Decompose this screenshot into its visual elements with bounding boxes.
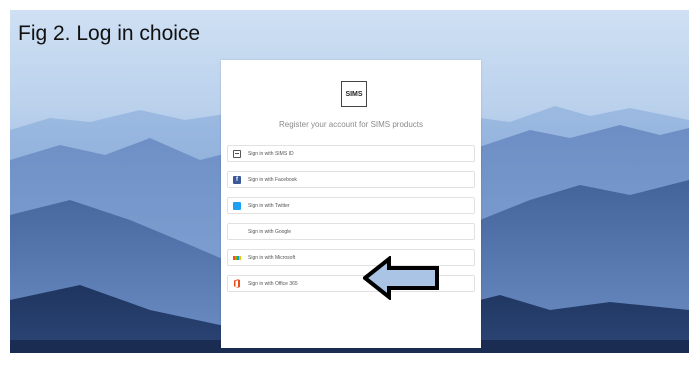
- option-label: Sign in with Google: [248, 228, 292, 235]
- twitter-icon: [233, 201, 241, 210]
- sims-id-icon: [233, 149, 241, 158]
- figure-caption: Fig 2. Log in choice: [18, 22, 201, 45]
- option-label: Sign in with Office 365: [248, 280, 298, 287]
- sims-logo: SIMS: [341, 81, 367, 107]
- card-subtitle: Register your account for SIMS products: [278, 120, 424, 129]
- facebook-icon: f: [233, 175, 241, 184]
- option-label: Sign in with Microsoft: [248, 254, 296, 261]
- option-label: Sign in with Twitter: [248, 202, 290, 209]
- left-arrow-icon: [363, 256, 439, 300]
- microsoft-icon: [233, 254, 241, 262]
- screenshot-background: SIMS Register your account for SIMS prod…: [10, 10, 689, 353]
- option-label: Sign in with Facebook: [248, 176, 297, 183]
- sign-in-google-button[interactable]: G Sign in with Google: [227, 223, 475, 240]
- sign-in-twitter-button[interactable]: Sign in with Twitter: [227, 197, 475, 214]
- login-card: SIMS Register your account for SIMS prod…: [221, 60, 481, 348]
- office365-icon: [233, 279, 241, 288]
- sign-in-facebook-button[interactable]: f Sign in with Facebook: [227, 171, 475, 188]
- sign-in-sims-id-button[interactable]: Sign in with SIMS ID: [227, 145, 475, 162]
- google-icon: G: [234, 228, 240, 235]
- option-label: Sign in with SIMS ID: [248, 150, 294, 157]
